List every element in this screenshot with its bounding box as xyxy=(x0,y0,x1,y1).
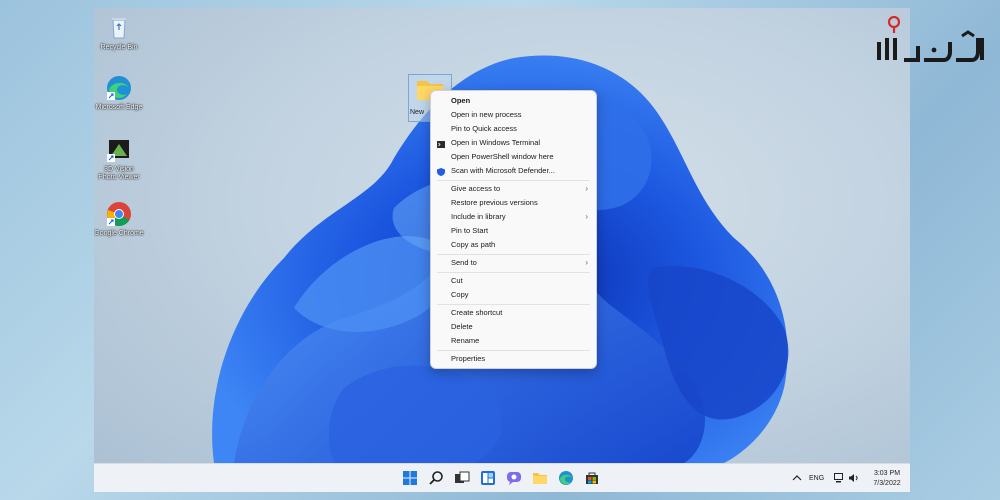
desktop-icon-label: Google Chrome xyxy=(94,230,144,237)
menu-item-label: Scan with Microsoft Defender... xyxy=(451,166,555,175)
edge-icon[interactable] xyxy=(558,470,574,486)
desktop-icon-label: Microsoft Edge xyxy=(95,104,143,111)
menu-item-label: Properties xyxy=(451,354,486,363)
desktop-icon-3d-vision[interactable]: 3D Vision Photo Viewer xyxy=(94,136,144,182)
menu-item-label: Delete xyxy=(451,322,473,331)
menu-item-open-terminal[interactable]: Open in Windows Terminal xyxy=(431,136,596,149)
menu-item-cut[interactable]: Cut xyxy=(431,274,596,287)
menu-item-label: Open in Windows Terminal xyxy=(451,138,541,147)
edge-icon xyxy=(105,74,133,102)
menu-item-pin-start[interactable]: Pin to Start xyxy=(431,224,596,237)
menu-separator xyxy=(437,350,590,351)
menu-item-label: Copy as path xyxy=(451,240,496,249)
menu-item-copy[interactable]: Copy xyxy=(431,288,596,301)
menu-item-label: Copy xyxy=(451,290,469,299)
menu-separator xyxy=(437,272,590,273)
menu-item-label: Open xyxy=(451,96,471,105)
store-icon[interactable] xyxy=(584,470,600,486)
menu-item-pin-quick-access[interactable]: Pin to Quick access xyxy=(431,122,596,135)
menu-separator xyxy=(437,180,590,181)
menu-item-copy-as-path[interactable]: Copy as path xyxy=(431,238,596,251)
clock-date: 7/3/2022 xyxy=(873,480,901,487)
volume-icon[interactable] xyxy=(848,473,859,492)
search-icon[interactable] xyxy=(428,470,444,486)
menu-item-label: Open in new process xyxy=(451,110,522,119)
menu-item-label: Create shortcut xyxy=(451,308,503,317)
desktop-icon-label: Recycle Bin xyxy=(100,44,138,51)
network-icon[interactable] xyxy=(834,473,845,492)
menu-item-open[interactable]: Open xyxy=(431,94,596,107)
terminal-icon xyxy=(437,139,445,148)
widgets-icon[interactable] xyxy=(480,470,496,486)
menu-item-label: Rename xyxy=(451,336,480,345)
menu-item-restore-versions[interactable]: Restore previous versions xyxy=(431,196,596,209)
menu-item-create-shortcut[interactable]: Create shortcut xyxy=(431,306,596,319)
chrome-icon xyxy=(105,200,133,228)
menu-item-give-access[interactable]: Give access to › xyxy=(431,182,596,195)
desktop-icon-recycle-bin[interactable]: Recycle Bin xyxy=(94,14,144,52)
menu-item-include-library[interactable]: Include in library › xyxy=(431,210,596,223)
clock[interactable]: 3:03 PM 7/3/2022 xyxy=(870,469,904,492)
site-logo xyxy=(872,14,994,70)
chat-icon[interactable] xyxy=(506,470,522,486)
menu-item-rename[interactable]: Rename xyxy=(431,334,596,347)
chevron-right-icon: › xyxy=(585,258,588,267)
menu-item-delete[interactable]: Delete xyxy=(431,320,596,333)
folder-label: New xyxy=(410,109,425,116)
3d-vision-icon xyxy=(105,136,133,164)
defender-shield-icon xyxy=(437,167,445,176)
chevron-right-icon: › xyxy=(585,212,588,221)
menu-item-label: Open PowerShell window here xyxy=(451,152,554,161)
menu-item-label: Cut xyxy=(451,276,463,285)
menu-item-label: Pin to Quick access xyxy=(451,124,517,133)
menu-separator xyxy=(437,254,590,255)
file-explorer-icon[interactable] xyxy=(532,470,548,486)
clock-time: 3:03 PM xyxy=(873,470,901,477)
menu-separator xyxy=(437,304,590,305)
menu-item-open-new-process[interactable]: Open in new process xyxy=(431,108,596,121)
menu-item-label: Restore previous versions xyxy=(451,198,538,207)
recycle-bin-icon xyxy=(105,14,133,42)
menu-item-send-to[interactable]: Send to › xyxy=(431,256,596,269)
chevron-right-icon: › xyxy=(585,184,588,193)
desktop-icon-label: 3D Vision Photo Viewer xyxy=(98,166,140,181)
menu-item-label: Pin to Start xyxy=(451,226,489,235)
menu-item-label: Include in library xyxy=(451,212,506,221)
taskbar: ENG 3:03 PM 7/3/2022 xyxy=(94,463,910,492)
language-indicator[interactable]: ENG xyxy=(809,464,824,492)
desktop-screen: Recycle Bin Microsoft Edge 3D Vision Pho… xyxy=(94,8,910,492)
desktop-icon-edge[interactable]: Microsoft Edge xyxy=(94,74,144,112)
menu-item-open-powershell[interactable]: Open PowerShell window here xyxy=(431,150,596,163)
desktop-icon-chrome[interactable]: Google Chrome xyxy=(94,200,144,238)
context-menu: Open Open in new process Pin to Quick ac… xyxy=(430,90,597,369)
chevron-up-icon[interactable] xyxy=(792,473,802,492)
menu-item-scan-defender[interactable]: Scan with Microsoft Defender... xyxy=(431,164,596,177)
start-icon[interactable] xyxy=(402,470,418,486)
menu-item-properties[interactable]: Properties xyxy=(431,352,596,365)
task-view-icon[interactable] xyxy=(454,470,470,486)
menu-item-label: Send to xyxy=(451,258,477,267)
menu-item-label: Give access to xyxy=(451,184,501,193)
